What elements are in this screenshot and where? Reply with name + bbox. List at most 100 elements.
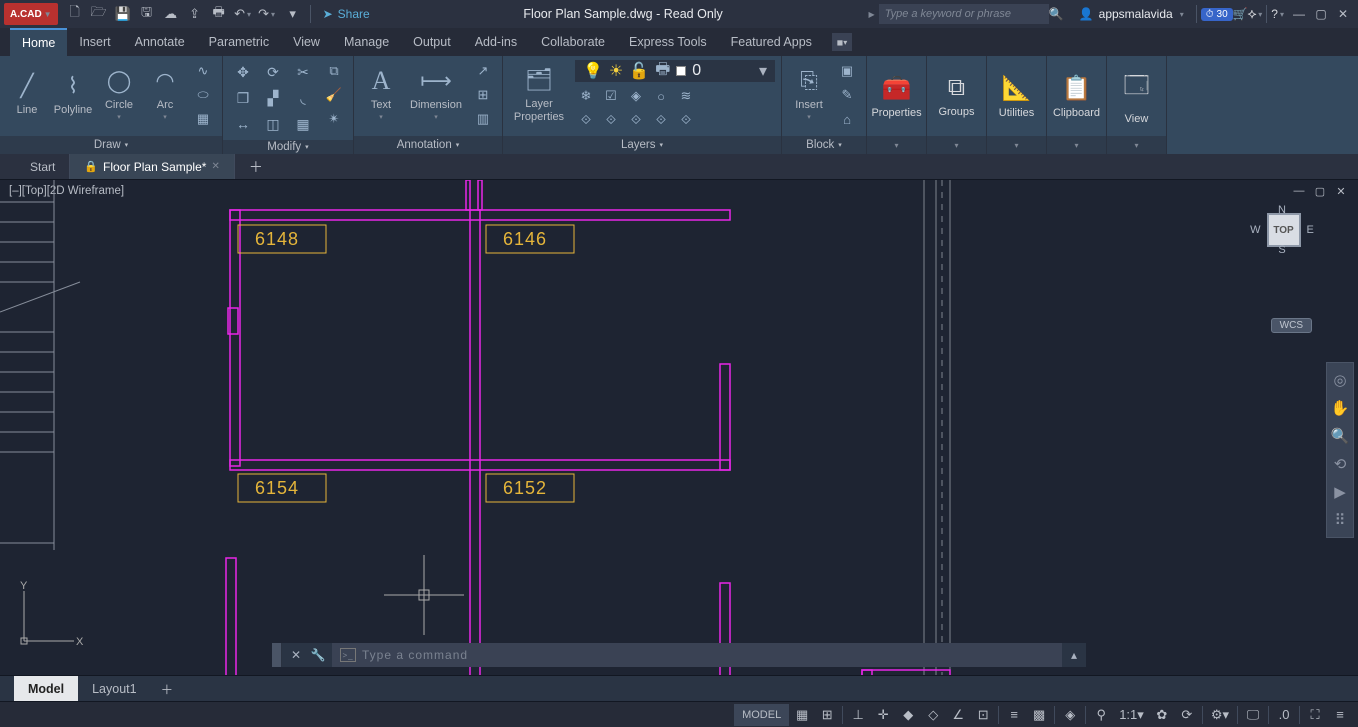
viewcube-south[interactable]: S <box>1278 244 1285 256</box>
layer-properties-button[interactable]: 🗂Layer Properties <box>509 60 569 128</box>
open-icon[interactable]: 🗁 <box>88 3 110 25</box>
new-tab-button[interactable]: ＋ <box>235 157 277 177</box>
fillet-icon[interactable]: ◟ <box>289 86 317 110</box>
gear-settings-icon[interactable]: ✿ <box>1150 704 1174 726</box>
hatch-icon[interactable]: ▦ <box>190 108 216 130</box>
share-button[interactable]: ➤ Share <box>315 7 378 21</box>
tab-manage[interactable]: Manage <box>332 28 401 56</box>
leader-icon[interactable]: ↗ <box>470 60 496 82</box>
mirror-icon[interactable]: ▞ <box>259 86 287 110</box>
cmdline-grip[interactable] <box>272 643 282 667</box>
arc-button[interactable]: ◠Arc▾ <box>144 60 186 128</box>
layer-freeze-icon[interactable]: ❄ <box>575 86 597 106</box>
panel-label-annotation[interactable]: Annotation▾ <box>354 136 502 154</box>
layer-tool-icon[interactable]: ⟐ <box>650 110 672 130</box>
app-home-icon[interactable]: ⯎ <box>1248 7 1257 22</box>
stretch-icon[interactable]: ↔ <box>229 112 257 136</box>
tab-view[interactable]: View <box>281 28 332 56</box>
rotate-icon[interactable]: ⟳ <box>259 60 287 84</box>
cmdline-history-button[interactable]: ▴ <box>1062 643 1086 667</box>
tab-annotate[interactable]: Annotate <box>123 28 197 56</box>
model-space-button[interactable]: MODEL <box>734 704 789 726</box>
layout-tab-model[interactable]: Model <box>14 676 78 701</box>
block-attr-icon[interactable]: ⌂ <box>834 108 860 130</box>
new-icon[interactable]: 🗋 <box>64 3 86 25</box>
dimension-button[interactable]: ⟼Dimension▾ <box>406 60 466 128</box>
viewcube-east[interactable]: E <box>1307 224 1314 236</box>
cleanscreen-icon[interactable]: ⛶ <box>1303 704 1327 726</box>
tab-featuredapps[interactable]: Featured Apps <box>719 28 824 56</box>
trim-icon[interactable]: ✂ <box>289 60 317 84</box>
panel-label-modify[interactable]: Modify▾ <box>223 140 353 154</box>
maximize-button[interactable]: ▢ <box>1312 5 1330 23</box>
transparency-icon[interactable]: ▩ <box>1027 704 1051 726</box>
restrict-icon[interactable]: ⊥ <box>846 704 870 726</box>
erase-icon[interactable]: 🧹 <box>321 84 347 106</box>
snap-icon[interactable]: ⊞ <box>815 704 839 726</box>
otrack-icon[interactable]: ⊡ <box>971 704 995 726</box>
ordinate-icon[interactable]: ⊞ <box>470 84 496 106</box>
utilities-panel[interactable]: 📐Utilities ▾ <box>987 56 1047 154</box>
viewcube-west[interactable]: W <box>1250 224 1260 236</box>
qat-customize-icon[interactable]: ▾ <box>282 3 304 25</box>
copy-icon[interactable]: ❐ <box>229 86 257 110</box>
isodraft-icon[interactable]: ◆ <box>896 704 920 726</box>
layer-tool-icon[interactable]: ⟐ <box>625 110 647 130</box>
drawing-canvas[interactable]: [–][Top][2D Wireframe] <box>0 180 1358 701</box>
workspace-icon[interactable]: ⚙▾ <box>1206 704 1234 726</box>
layer-tool-icon[interactable]: ⟐ <box>675 110 697 130</box>
showmotion-icon[interactable]: ▶ <box>1327 479 1353 505</box>
saveas-icon[interactable]: 🖫 <box>136 3 158 25</box>
nav-more-icon[interactable]: ⠿ <box>1327 507 1353 533</box>
insert-block-button[interactable]: ⎘Insert▾ <box>788 60 830 128</box>
cart-icon[interactable]: 🛒 <box>1233 7 1248 21</box>
search-icon[interactable]: 🔍 <box>1049 7 1071 21</box>
polyline-button[interactable]: ⌇Polyline <box>52 60 94 128</box>
line-button[interactable]: ╱Line <box>6 60 48 128</box>
layer-tool-icon[interactable]: ⟐ <box>600 110 622 130</box>
angle-icon[interactable]: ∠ <box>946 704 970 726</box>
file-tab-active[interactable]: 🔒 Floor Plan Sample* ✕ <box>70 154 234 179</box>
redo-icon[interactable]: ↷▾ <box>256 3 278 25</box>
ellipse-icon[interactable]: ⬭ <box>190 84 216 106</box>
tab-addins[interactable]: Add-ins <box>463 28 529 56</box>
user-menu[interactable]: 👤 appsmalavida ▾ <box>1071 7 1192 21</box>
autoscale-icon[interactable]: ⟳ <box>1175 704 1199 726</box>
save-icon[interactable]: 💾 <box>112 3 134 25</box>
web-save-icon[interactable]: ⇪ <box>184 3 206 25</box>
circle-button[interactable]: ◯Circle▾ <box>98 60 140 128</box>
panel-label-layers[interactable]: Layers▾ <box>503 136 781 154</box>
chevron-down-icon[interactable]: ▾ <box>1258 10 1262 19</box>
cmdline-close-icon[interactable]: ✕ <box>286 648 306 662</box>
lineweight-icon[interactable]: ≡ <box>1002 704 1026 726</box>
layer-iso-icon[interactable]: ◈ <box>625 86 647 106</box>
cmdline-wrench-icon[interactable]: 🔧 <box>308 648 328 662</box>
tab-expresstools[interactable]: Express Tools <box>617 28 719 56</box>
block-create-icon[interactable]: ▣ <box>834 60 860 82</box>
tab-collaborate[interactable]: Collaborate <box>529 28 617 56</box>
ribbon-toggle-button[interactable]: ◼▾ <box>832 33 852 51</box>
tab-insert[interactable]: Insert <box>67 28 122 56</box>
web-open-icon[interactable]: ☁ <box>160 3 182 25</box>
block-edit-icon[interactable]: ✎ <box>834 84 860 106</box>
viewcube-face[interactable]: TOP <box>1267 213 1301 247</box>
polar-icon[interactable]: ✛ <box>871 704 895 726</box>
orbit-icon[interactable]: ⟲ <box>1327 451 1353 477</box>
move-icon[interactable]: ✥ <box>229 60 257 84</box>
layout-tab-layout1[interactable]: Layout1 <box>78 676 150 701</box>
spline-icon[interactable]: ∿ <box>190 60 216 82</box>
maximize-button[interactable]: ▢ <box>1311 183 1329 199</box>
new-layout-button[interactable]: ＋ <box>151 679 184 698</box>
tab-output[interactable]: Output <box>401 28 463 56</box>
layer-match-icon[interactable]: ≋ <box>675 86 697 106</box>
viewcube[interactable]: N W TOP E S <box>1232 204 1332 304</box>
close-tab-button[interactable]: ✕ <box>211 161 219 172</box>
layer-dropdown[interactable]: 💡 ☀ 🔓 🖶 0 ▾ <box>575 60 775 82</box>
minimize-button[interactable]: ― <box>1290 183 1308 199</box>
scale-button[interactable]: 1:1▾ <box>1114 704 1149 726</box>
close-button[interactable]: ✕ <box>1334 5 1352 23</box>
wheel-icon[interactable]: ◎ <box>1327 367 1353 393</box>
annoscale-icon[interactable]: ⚲ <box>1089 704 1113 726</box>
help-icon[interactable]: ? <box>1271 7 1278 21</box>
pan-icon[interactable]: ✋ <box>1327 395 1353 421</box>
